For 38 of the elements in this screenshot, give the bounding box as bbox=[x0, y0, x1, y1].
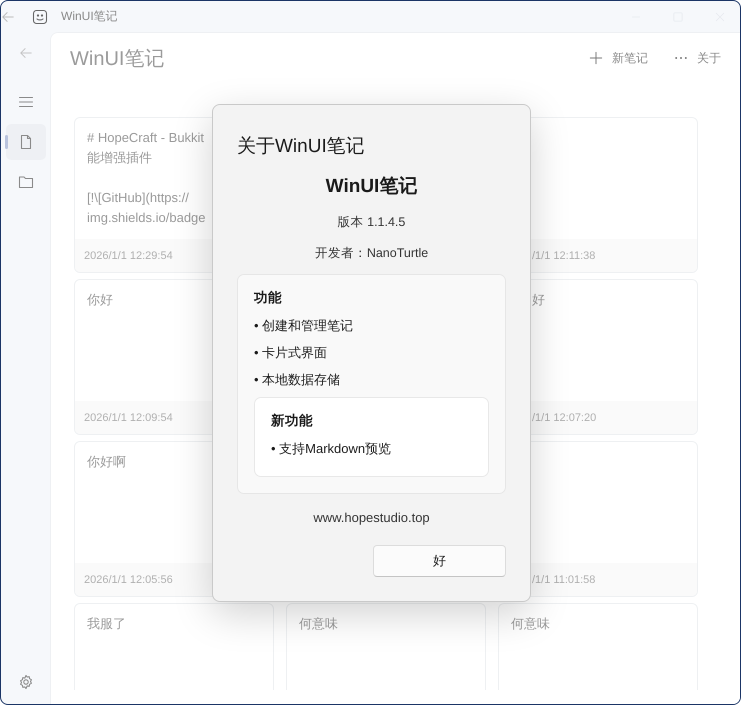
back-icon bbox=[1, 10, 15, 24]
back-icon bbox=[18, 46, 32, 60]
note-timestamp: 2026/1/1 12:05:56 bbox=[84, 574, 173, 586]
version-text: 版本 1.1.4.5 bbox=[338, 214, 406, 231]
note-text: 你好 bbox=[87, 291, 113, 309]
note-card[interactable]: 何意味 bbox=[286, 603, 486, 690]
note-text: 你好啊 bbox=[87, 453, 126, 471]
note-text: img.shields.io/badge bbox=[87, 209, 206, 227]
note-text: 能增强插件 bbox=[87, 149, 152, 167]
note-timestamp: 2026/1/1 12:29:54 bbox=[84, 250, 173, 262]
note-text: 我服了 bbox=[87, 615, 126, 633]
note-text: [!\[GitHub](https:// bbox=[87, 189, 189, 207]
app-name: WinUI笔记 bbox=[326, 175, 418, 199]
plus-icon bbox=[589, 51, 603, 65]
note-text: # HopeCraft - Bukkit bbox=[87, 129, 204, 147]
ok-button[interactable]: 好 bbox=[373, 545, 506, 577]
folder-icon bbox=[18, 174, 34, 190]
note-card[interactable]: 我服了 bbox=[74, 603, 274, 690]
note-timestamp: /1/1 11:01:58 bbox=[532, 574, 596, 586]
note-timestamp: /1/1 12:07:20 bbox=[532, 412, 596, 424]
window-title: WinUI笔记 bbox=[61, 8, 118, 25]
note-text: 何意味 bbox=[299, 615, 338, 633]
website-text: www.hopestudio.top bbox=[313, 510, 430, 525]
note-text: 好 bbox=[532, 291, 545, 309]
app-icon bbox=[32, 8, 48, 24]
command-button[interactable]: 新笔记 bbox=[589, 50, 648, 66]
menu-icon bbox=[18, 94, 34, 110]
new-features-heading: 新功能 bbox=[271, 412, 314, 430]
page-title: WinUI笔记 bbox=[70, 46, 164, 72]
note-card[interactable]: 何意味 bbox=[498, 603, 698, 690]
note-text: 何意味 bbox=[511, 615, 550, 633]
note-timestamp: 2026/1/1 12:09:54 bbox=[84, 412, 173, 424]
settings-icon bbox=[18, 674, 34, 690]
note-timestamp: /1/1 12:11:38 bbox=[532, 250, 596, 262]
nav-item[interactable] bbox=[6, 124, 46, 160]
command-button[interactable]: 关于 bbox=[674, 50, 721, 66]
feature-item: • 支持Markdown预览 bbox=[271, 440, 392, 458]
developer-text: 开发者：NanoTurtle bbox=[314, 245, 428, 262]
